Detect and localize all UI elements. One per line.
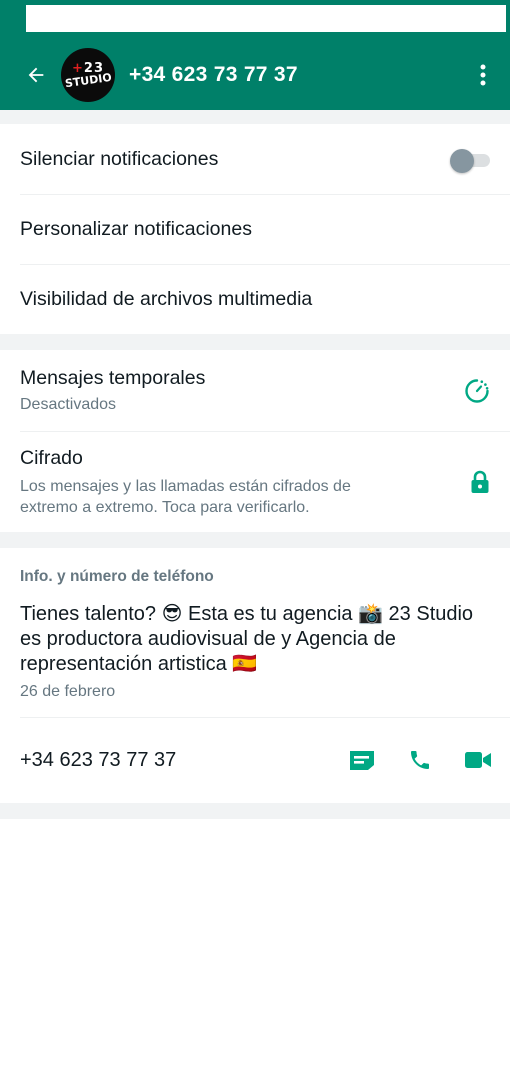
encryption-title: Cifrado [20, 446, 83, 469]
mute-notifications-toggle[interactable] [450, 149, 490, 173]
custom-notifications-label: Personalizar notificaciones [20, 218, 252, 240]
more-options-button[interactable] [468, 55, 498, 95]
phone-row[interactable]: +34 623 73 77 37 [0, 718, 510, 802]
encryption-description: Los mensajes y las llamadas están cifrad… [20, 477, 351, 516]
video-camera-icon [465, 752, 491, 768]
status-bar-placeholder [26, 5, 506, 32]
mute-notifications-row[interactable]: Silenciar notificaciones [0, 124, 510, 194]
media-visibility-row[interactable]: Visibilidad de archivos multimedia [0, 265, 510, 334]
notifications-card: Silenciar notificaciones Personalizar no… [0, 124, 510, 334]
lock-icon [471, 470, 489, 493]
message-button[interactable] [346, 744, 378, 776]
disappearing-messages-title: Mensajes temporales [20, 366, 206, 389]
lower-blank-card [0, 819, 510, 1080]
toggle-knob [450, 149, 474, 173]
video-call-button[interactable] [462, 744, 494, 776]
more-vertical-icon [480, 64, 486, 86]
custom-notifications-row[interactable]: Personalizar notificaciones [0, 195, 510, 264]
contact-avatar[interactable]: +23 STUDIO [61, 48, 115, 102]
phone-number: +34 623 73 77 37 [20, 748, 177, 771]
mute-notifications-label: Silenciar notificaciones [20, 147, 219, 170]
contact-title[interactable]: +34 623 73 77 37 [129, 63, 468, 87]
disappearing-messages-status: Desactivados [20, 395, 117, 413]
info-section: Info. y número de teléfono Tienes talent… [0, 548, 510, 701]
status-bar [0, 0, 510, 40]
call-button[interactable] [404, 744, 436, 776]
disappearing-messages-row[interactable]: Mensajes temporales Desactivados [0, 350, 510, 431]
timer-icon [465, 378, 489, 403]
app-bar: +23 STUDIO +34 623 73 77 37 [0, 40, 510, 110]
message-icon [350, 751, 374, 770]
info-section-title: Info. y número de teléfono [20, 568, 214, 585]
phone-actions [346, 744, 494, 776]
contact-info-card: Info. y número de teléfono Tienes talent… [0, 548, 510, 803]
encryption-text: Cifrado Los mensajes y las llamadas está… [20, 447, 400, 518]
phone-icon [411, 751, 429, 769]
back-button[interactable] [21, 60, 51, 90]
about-text[interactable]: Tienes talento? 😎 Esta es tu agencia 📸 2… [20, 602, 495, 677]
about-date: 26 de febrero [20, 683, 116, 700]
privacy-card: Mensajes temporales Desactivados Cifrado… [0, 350, 510, 532]
disappearing-messages-text: Mensajes temporales Desactivados [20, 367, 205, 415]
arrow-left-icon [28, 67, 44, 83]
encryption-row[interactable]: Cifrado Los mensajes y las llamadas está… [0, 432, 510, 532]
media-visibility-label: Visibilidad de archivos multimedia [20, 288, 313, 310]
